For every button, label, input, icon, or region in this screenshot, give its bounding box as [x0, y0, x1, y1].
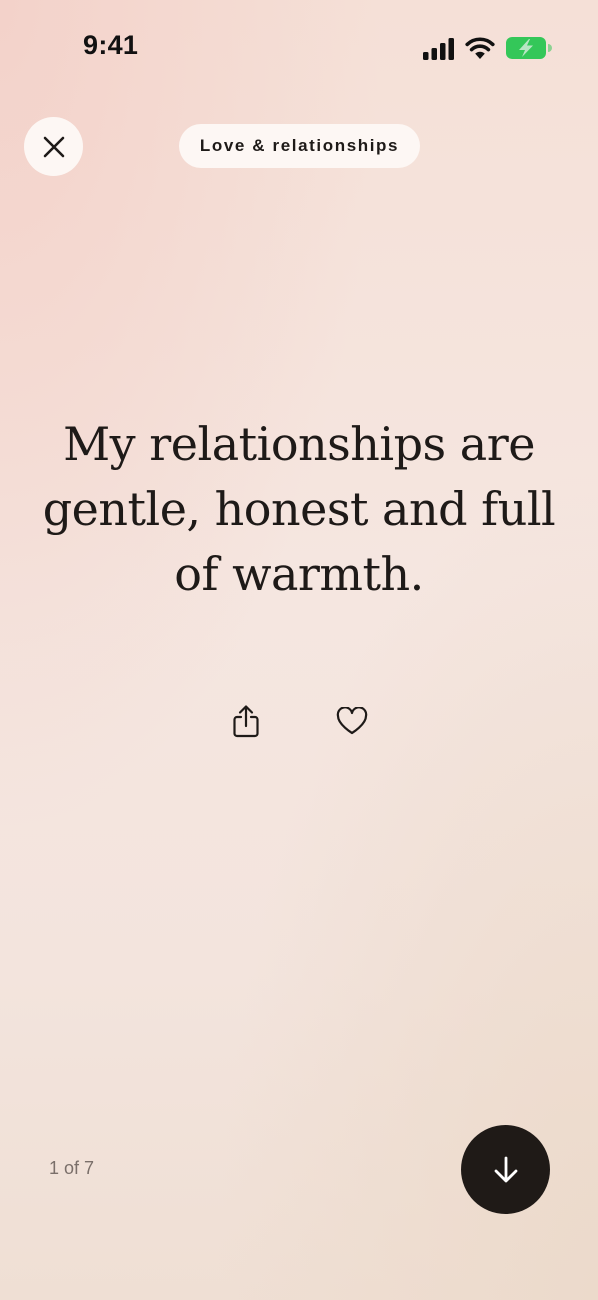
page-counter: 1 of 7	[49, 1158, 95, 1178]
affirmation-line: of warmth.	[174, 547, 424, 601]
share-button[interactable]	[229, 703, 263, 739]
affirmation-text: My relationships are gentle, honest and …	[30, 412, 568, 607]
category-pill[interactable]: Love & relationships	[179, 124, 420, 168]
signal-icon	[423, 38, 454, 60]
affirmation-line: gentle, honest and full	[42, 482, 556, 536]
share-icon	[233, 705, 259, 738]
arrow-down-icon	[494, 1156, 517, 1182]
close-button[interactable]	[24, 117, 83, 176]
close-icon	[43, 136, 64, 157]
heart-icon	[336, 707, 368, 735]
battery-charging-icon	[506, 37, 552, 59]
affirmation-line: My relationships are	[63, 417, 535, 471]
favorite-button[interactable]	[334, 703, 370, 739]
next-button[interactable]	[461, 1125, 550, 1214]
status-time: 9:41	[83, 30, 139, 60]
status-bar: 9:41	[0, 0, 598, 96]
category-label: Love & relationships	[199, 136, 400, 155]
wifi-icon	[465, 37, 495, 59]
